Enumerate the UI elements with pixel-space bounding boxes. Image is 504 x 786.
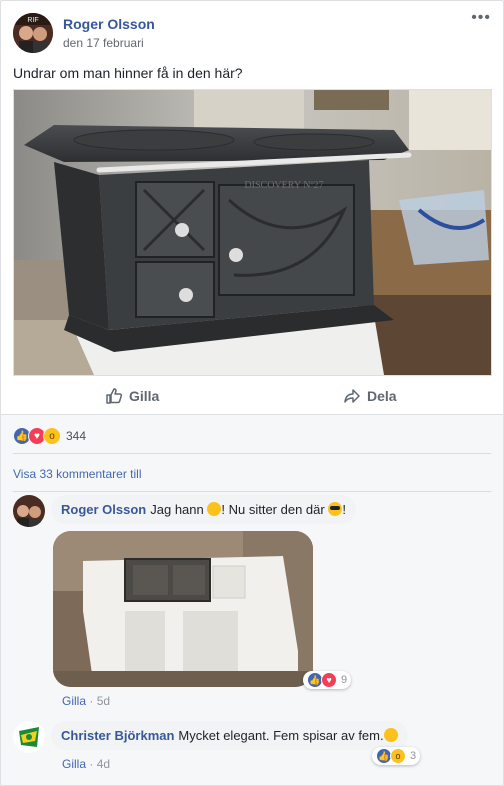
comment-meta: Gilla · 4d bbox=[62, 757, 111, 771]
wow-reaction-icon: o bbox=[43, 427, 61, 445]
comment-text: ! Nu sitter den där bbox=[221, 502, 325, 517]
svg-text:DISCOVERY Nº27: DISCOVERY Nº27 bbox=[244, 180, 323, 191]
post-photo[interactable]: DISCOVERY Nº27 bbox=[13, 89, 492, 376]
thumbs-up-icon bbox=[106, 388, 123, 404]
comment-reactions[interactable]: 👍 o 3 bbox=[372, 747, 421, 765]
post-header: RIF Roger Olsson den 17 februari ••• bbox=[13, 10, 491, 57]
comment-photo[interactable] bbox=[53, 531, 313, 687]
comment-reaction-count: 3 bbox=[410, 750, 417, 762]
divider bbox=[13, 453, 491, 454]
post-text: Undrar om man hinner få in den här? bbox=[13, 65, 243, 81]
post-card: RIF Roger Olsson den 17 februari ••• Und… bbox=[0, 0, 504, 786]
comment-time[interactable]: 5d bbox=[97, 694, 110, 708]
share-button[interactable]: Dela bbox=[343, 379, 397, 413]
post-actions: Gilla Dela bbox=[13, 379, 491, 413]
more-options-icon[interactable]: ••• bbox=[471, 10, 491, 26]
comment-meta: Gilla · 5d bbox=[62, 694, 111, 708]
comment-text: Jag hann bbox=[150, 502, 204, 517]
comments-section: 👍 ♥ o 344 Visa 33 kommentarer till Roger… bbox=[1, 415, 503, 785]
like-label: Gilla bbox=[129, 388, 160, 404]
author-avatar[interactable]: RIF bbox=[13, 13, 53, 53]
svg-text:RIF: RIF bbox=[27, 17, 38, 24]
comment-time[interactable]: 4d bbox=[97, 757, 110, 771]
comment-author[interactable]: Roger Olsson bbox=[61, 502, 146, 517]
comment-avatar[interactable] bbox=[13, 721, 45, 753]
comment-author[interactable]: Christer Björkman bbox=[61, 728, 174, 743]
smile-emoji-icon bbox=[383, 728, 398, 742]
comment-reactions[interactable]: 👍 ♥ 9 bbox=[303, 671, 352, 689]
share-label: Dela bbox=[367, 388, 397, 404]
reactions-summary[interactable]: 👍 ♥ o 344 bbox=[13, 427, 86, 445]
divider bbox=[13, 491, 491, 492]
comment-like-link[interactable]: Gilla bbox=[62, 757, 86, 771]
love-reaction-icon: ♥ bbox=[321, 672, 337, 688]
wow-reaction-icon: o bbox=[390, 748, 406, 764]
comment-bubble: Christer Björkman Mycket elegant. Fem spi… bbox=[51, 721, 408, 750]
post-date[interactable]: den 17 februari bbox=[63, 36, 144, 50]
share-icon bbox=[344, 389, 360, 403]
comment-like-link[interactable]: Gilla bbox=[62, 694, 86, 708]
reaction-count: 344 bbox=[66, 429, 87, 443]
comment-reaction-count: 9 bbox=[341, 674, 348, 686]
comment-text: Mycket elegant. Fem spisar av fem. bbox=[178, 728, 384, 743]
comment-text: ! bbox=[342, 502, 346, 517]
grin-emoji-icon bbox=[207, 502, 222, 516]
comment-bubble: Roger Olsson Jag hann ! Nu sitter den där… bbox=[51, 495, 356, 524]
like-button[interactable]: Gilla bbox=[105, 379, 159, 413]
sunglasses-emoji-icon bbox=[328, 502, 343, 516]
view-more-comments-link[interactable]: Visa 33 kommentarer till bbox=[13, 467, 142, 481]
post-author-name[interactable]: Roger Olsson bbox=[63, 16, 155, 32]
comment-avatar[interactable] bbox=[13, 495, 45, 527]
